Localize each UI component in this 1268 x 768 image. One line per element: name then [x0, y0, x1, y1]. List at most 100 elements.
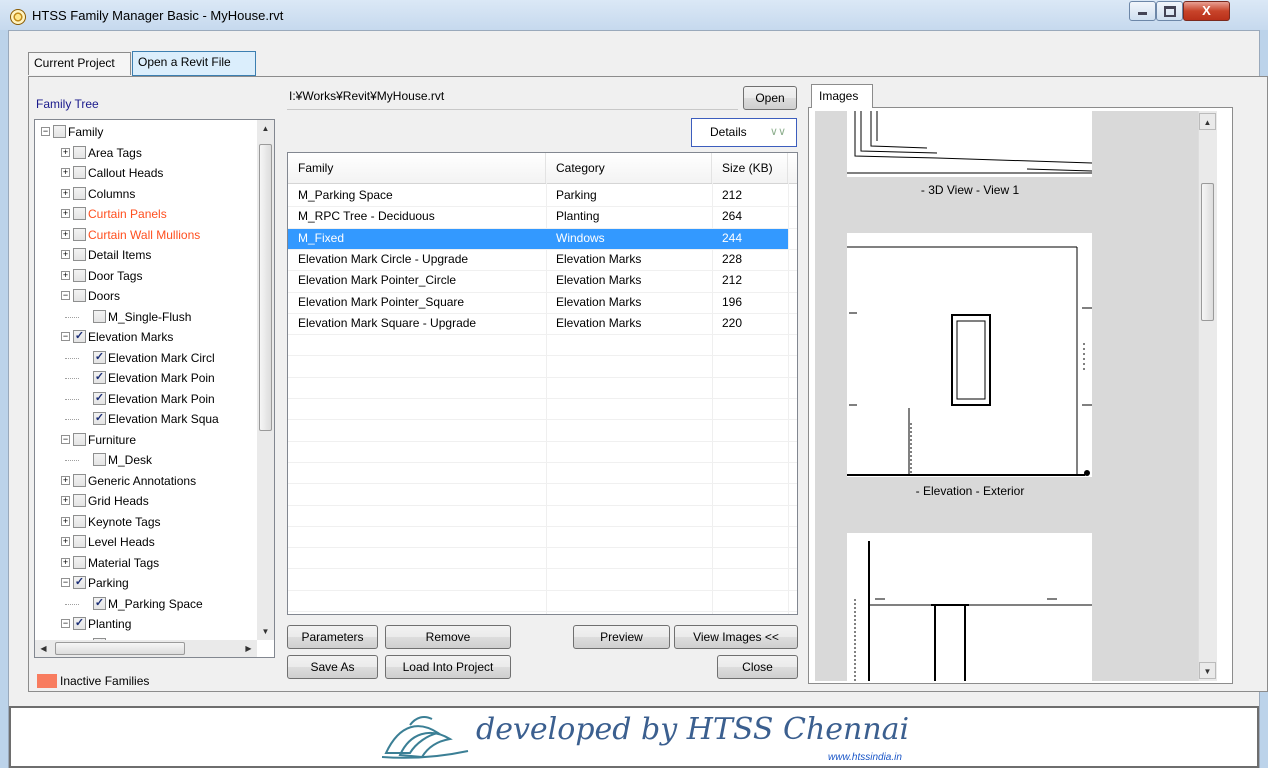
tree-connector [65, 316, 79, 318]
tree-node-checkbox[interactable]: ✓ [93, 350, 106, 364]
tree-node-checkbox[interactable]: ✓ [93, 391, 106, 405]
scroll-down-icon[interactable]: ▼ [257, 623, 274, 640]
scroll-up-icon[interactable]: ▲ [257, 120, 274, 137]
collapse-icon[interactable]: − [41, 127, 50, 136]
grid-row-line [288, 270, 797, 272]
tree-node-checkbox[interactable] [93, 453, 106, 466]
tree-node-checkbox[interactable]: ✓ [93, 412, 106, 425]
collapse-icon[interactable]: − [61, 332, 70, 341]
tree-node-checkbox[interactable]: ✓ [93, 371, 106, 384]
family-table[interactable]: Family Category Size (KB) M_Parking Spac… [287, 152, 798, 615]
expand-icon[interactable]: + [61, 557, 70, 567]
table-row[interactable]: Elevation Mark Pointer_Circle Elevation M… [288, 270, 788, 291]
expand-icon[interactable]: + [61, 147, 70, 157]
table-row[interactable]: M_Fixed Windows 244 [288, 227, 788, 249]
tree-node-checkbox[interactable] [73, 186, 86, 200]
table-row[interactable]: M_RPC Tree - Deciduous Planting 264 [288, 206, 788, 227]
tree-scroll-thumb[interactable] [259, 144, 272, 431]
expand-icon[interactable]: + [61, 516, 70, 526]
tree-node-checkbox[interactable] [73, 145, 86, 159]
table-cell-category: Elevation Marks [556, 294, 642, 309]
tab-open-revit-file[interactable]: Open a Revit File [132, 51, 256, 76]
images-scroll-thumb[interactable] [1201, 183, 1214, 321]
grid-row-line [288, 547, 797, 549]
tree-connector [65, 398, 79, 400]
expand-icon[interactable]: + [61, 168, 70, 177]
preview-button[interactable]: Preview [573, 625, 670, 649]
column-header-family[interactable]: Family [288, 153, 546, 183]
expand-icon[interactable]: + [61, 188, 70, 198]
collapse-icon[interactable]: − [61, 434, 70, 444]
tree-node-checkbox[interactable] [73, 207, 86, 220]
developer-url[interactable]: www.htssindia.in [828, 752, 902, 763]
table-row[interactable]: M_Parking Space Parking 212 [288, 185, 788, 206]
tree-node-checkbox[interactable]: ✓ [73, 617, 86, 630]
table-row[interactable]: Elevation Mark Pointer_Square Elevation M… [288, 292, 788, 313]
minimize-button[interactable] [1129, 1, 1156, 21]
table-cell-family: M_RPC Tree - Deciduous [298, 209, 435, 224]
save-as-button[interactable]: Save As [287, 655, 378, 679]
tree-node-checkbox[interactable] [73, 227, 86, 241]
tab-current-project[interactable]: Current Project [28, 52, 131, 75]
image-caption: - Elevation - Exterior [915, 484, 1025, 498]
image-preview-area[interactable]: - 3D View - View 1 - Elevation - Exterio… [815, 111, 1201, 681]
collapse-icon[interactable]: − [61, 578, 70, 587]
family-tree[interactable]: ✓M_RPC Tree - Decid−✓Planting✓M_Parking … [34, 119, 275, 658]
window-close-button[interactable]: X [1183, 1, 1230, 21]
preview-image-section[interactable] [847, 533, 1092, 681]
scroll-right-icon[interactable]: ▶ [240, 640, 257, 657]
parameters-button[interactable]: Parameters [287, 625, 378, 649]
load-into-project-button[interactable]: Load Into Project [385, 655, 511, 679]
collapse-icon[interactable]: − [61, 291, 70, 300]
tree-node-checkbox[interactable]: ✓ [73, 576, 86, 589]
tree-node-checkbox[interactable] [73, 289, 86, 302]
table-row[interactable]: Elevation Mark Circle - Upgrade Elevation… [288, 249, 788, 270]
scroll-up-icon[interactable]: ▲ [1199, 113, 1216, 130]
expand-icon[interactable]: + [61, 475, 70, 485]
tree-node-checkbox[interactable]: ✓ [93, 596, 106, 610]
title-bar[interactable]: HTSS Family Manager Basic - MyHouse.rvt … [0, 0, 1268, 30]
tree-node-checkbox[interactable] [73, 268, 86, 282]
close-button[interactable]: Close [717, 655, 798, 679]
tree-node-checkbox[interactable] [73, 248, 86, 261]
tree-node-checkbox[interactable] [73, 432, 86, 446]
tree-horizontal-scrollbar[interactable]: ◀ ▶ [35, 640, 257, 657]
grid-row-line [288, 419, 797, 421]
tree-node-checkbox[interactable] [73, 494, 86, 507]
tab-images[interactable]: Images [811, 84, 873, 108]
tree-hscroll-thumb[interactable] [55, 642, 185, 655]
expand-icon[interactable]: + [61, 537, 70, 546]
tree-node-checkbox[interactable] [53, 125, 66, 138]
grid-row-line [288, 568, 797, 570]
view-images-button[interactable]: View Images << [674, 625, 798, 649]
remove-button[interactable]: Remove [385, 625, 511, 649]
collapse-icon[interactable]: − [61, 619, 70, 628]
preview-image-elevation[interactable] [847, 233, 1092, 477]
tree-node-checkbox[interactable] [73, 535, 86, 548]
tree-vertical-scrollbar[interactable]: ▲ ▼ [257, 120, 274, 640]
tree-node-checkbox[interactable] [93, 309, 106, 323]
expand-icon[interactable]: + [61, 270, 70, 280]
expand-icon[interactable]: + [61, 229, 70, 239]
maximize-button[interactable] [1156, 1, 1183, 21]
tree-node-label: M_Desk [108, 453, 153, 467]
tree-node-label: Level Heads [88, 535, 155, 549]
tree-node-checkbox[interactable]: ✓ [73, 330, 86, 343]
expand-icon[interactable]: + [61, 496, 70, 505]
open-button[interactable]: Open [743, 86, 797, 110]
tree-node-checkbox[interactable] [73, 166, 86, 179]
table-row[interactable]: Elevation Mark Square - Upgrade Elevation… [288, 313, 788, 334]
expand-icon[interactable]: + [61, 250, 70, 259]
column-header-category[interactable]: Category [546, 153, 712, 183]
images-vertical-scrollbar[interactable]: ▲ ▼ [1198, 111, 1217, 681]
scroll-down-icon[interactable]: ▼ [1199, 662, 1216, 679]
column-header-size[interactable]: Size (KB) [712, 153, 788, 183]
details-toggle[interactable]: Details ∨∨ [691, 118, 797, 147]
tree-node-checkbox[interactable] [73, 555, 86, 569]
preview-image-3d-view[interactable] [847, 111, 1093, 177]
expand-icon[interactable]: + [61, 209, 70, 218]
tree-node-checkbox[interactable] [73, 473, 86, 487]
file-path-field[interactable]: I:¥Works¥Revit¥MyHouse.rvt [287, 86, 738, 110]
scroll-left-icon[interactable]: ◀ [35, 640, 52, 657]
tree-node-checkbox[interactable] [73, 514, 86, 528]
